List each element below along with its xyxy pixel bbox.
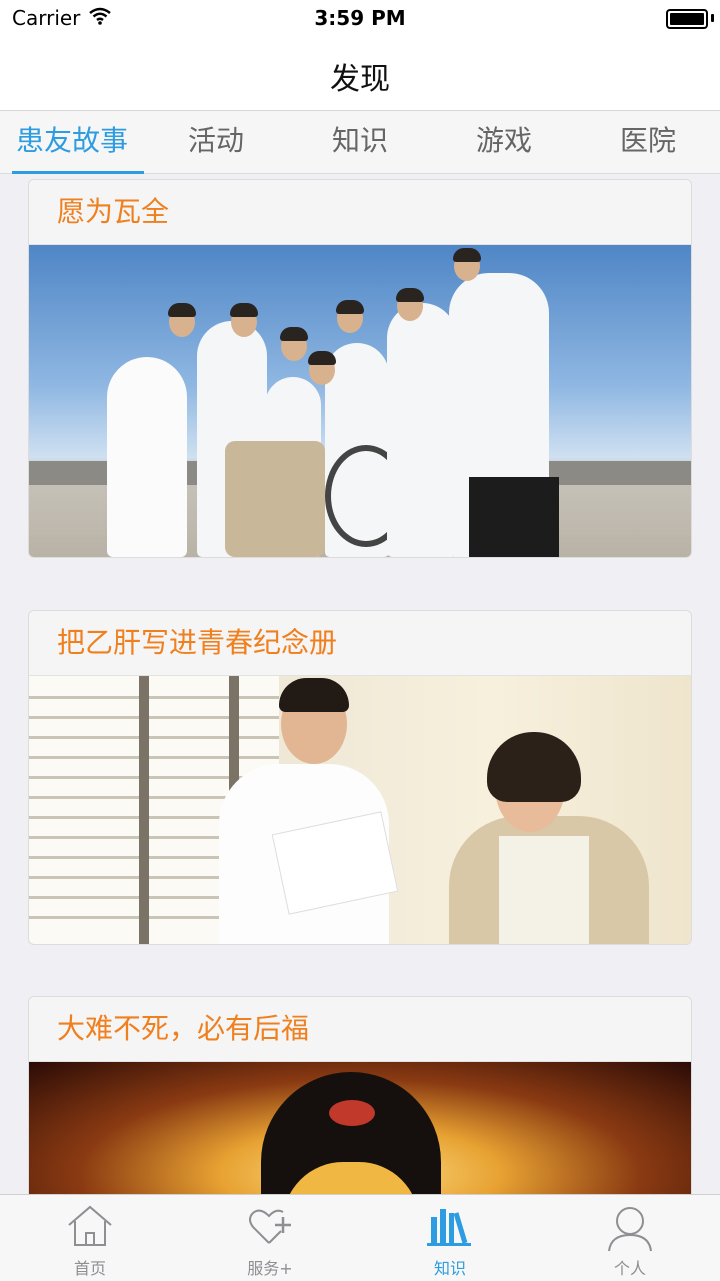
story-title: 把乙肝写进青春纪念册 (29, 611, 691, 676)
story-card[interactable]: 把乙肝写进青春纪念册 (28, 610, 692, 945)
buddha-photo (29, 1062, 691, 1194)
story-list: 愿为瓦全 把乙肝写进青春纪念册 大难不死，必有后福 (0, 174, 720, 1194)
status-bar: Carrier 3:59 PM (0, 0, 720, 40)
tab-hospitals[interactable]: 医院 (576, 111, 720, 173)
person-icon (605, 1203, 655, 1257)
tab-knowledge[interactable]: 知识 (288, 111, 432, 173)
tabbar-label: 服务+ (247, 1259, 293, 1278)
tab-patient-stories[interactable]: 患友故事 (0, 111, 144, 174)
navigation-bar: 发现 (0, 40, 720, 111)
heart-plus-icon (245, 1203, 295, 1253)
tabbar-item-services[interactable]: 服务+ (180, 1195, 360, 1281)
books-icon (425, 1203, 475, 1253)
tabbar-item-knowledge[interactable]: 知识 (360, 1195, 540, 1281)
category-tabs: 患友故事 活动 知识 游戏 医院 (0, 111, 720, 174)
story-card[interactable]: 大难不死，必有后福 (28, 996, 692, 1194)
tabbar-label: 首页 (73, 1259, 106, 1278)
tabbar-item-profile[interactable]: 个人 (540, 1195, 720, 1281)
nurse-patient-photo (29, 676, 691, 944)
story-title: 大难不死，必有后福 (29, 997, 691, 1062)
clock: 3:59 PM (314, 6, 406, 30)
home-icon (65, 1203, 115, 1253)
battery-icon (666, 9, 708, 29)
tab-games[interactable]: 游戏 (432, 111, 576, 173)
story-title: 愿为瓦全 (29, 180, 691, 245)
tabbar-item-home[interactable]: 首页 (0, 1195, 180, 1281)
tabbar-label: 个人 (613, 1259, 646, 1278)
story-card[interactable]: 愿为瓦全 (28, 179, 692, 558)
tab-bar: 首页 服务+ 知识 个人 (0, 1194, 720, 1281)
doctors-photo (29, 245, 691, 557)
page-title: 发现 (330, 62, 390, 97)
tabbar-label: 知识 (433, 1259, 466, 1278)
tab-activities[interactable]: 活动 (144, 111, 288, 173)
battery-tip (711, 14, 714, 22)
